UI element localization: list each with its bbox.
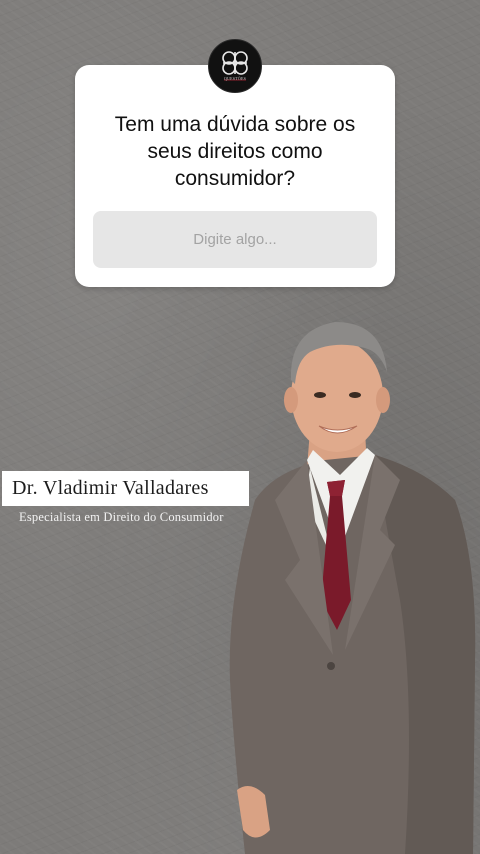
lawyer-portrait-photo: [229, 322, 476, 854]
logo-text: QUESTÕES: [223, 76, 247, 81]
answer-input[interactable]: [93, 211, 377, 268]
name-banner: Dr. Vladimir Valladares: [2, 471, 249, 506]
question-sticker[interactable]: Tem uma dúvida sobre os seus direitos co…: [75, 65, 395, 287]
brand-logo-icon[interactable]: QUESTÕES: [208, 39, 262, 93]
lawyer-name: Dr. Vladimir Valladares: [12, 477, 209, 499]
question-text: Tem uma dúvida sobre os seus direitos co…: [114, 113, 356, 190]
lawyer-title: Especialista em Direito do Consumidor: [19, 510, 224, 524]
celtic-knot-icon: [222, 51, 248, 81]
